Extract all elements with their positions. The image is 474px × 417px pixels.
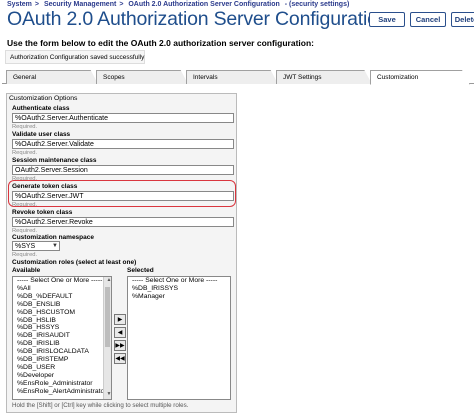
required-note: Required. (12, 202, 38, 208)
available-label: Available (12, 267, 41, 274)
validate-label: Validate user class (12, 131, 71, 138)
required-note: Required. (12, 252, 38, 258)
namespace-select[interactable]: %SYS ▼ (12, 241, 60, 251)
move-right-button[interactable]: ▶ (114, 314, 126, 325)
breadcrumb-settings: - (security settings) (284, 1, 350, 8)
tab-scopes[interactable]: Scopes (96, 70, 188, 84)
breadcrumb-system[interactable]: System (7, 1, 32, 8)
page-title: OAuth 2.0 Authorization Server Configura… (7, 8, 389, 30)
list-item[interactable]: %EnsRole_Administrator (15, 380, 111, 388)
move-all-left-button[interactable]: ◀◀ (114, 353, 126, 364)
tab-general[interactable]: General (6, 70, 98, 84)
available-roles-listbox[interactable]: ----- Select One or More ----- %All %DB_%D… (12, 276, 112, 400)
tab-customization[interactable]: Customization (370, 70, 470, 85)
list-item[interactable]: %DB_IRISTEMP (15, 356, 111, 364)
scroll-down-icon[interactable]: ▼ (104, 391, 111, 399)
scroll-thumb[interactable] (105, 287, 110, 347)
list-item[interactable]: ----- Select One or More ----- (15, 277, 111, 285)
success-message: Authorization Configuration saved succes… (5, 50, 145, 64)
generate-token-label: Generate token class (12, 183, 78, 190)
namespace-value: %SYS (15, 243, 36, 250)
tab-bar: General Scopes Intervals JWT Settings Cu… (2, 70, 474, 85)
section-title: Customization Options (9, 95, 78, 102)
list-item[interactable]: %DB_USER (15, 364, 111, 372)
authenticate-class-input[interactable]: %OAuth2.Server.Authenticate (12, 113, 234, 123)
move-all-right-button[interactable]: ▶▶ (114, 340, 126, 351)
namespace-label: Customization namespace (12, 234, 94, 241)
generate-token-class-input[interactable]: %OAuth2.Server.JWT (12, 191, 234, 201)
list-item[interactable]: %DB_HSLIB (15, 317, 111, 325)
list-item[interactable]: %All (15, 285, 111, 293)
list-item[interactable]: %Developer (15, 372, 111, 380)
chevron-down-icon: ▼ (52, 243, 58, 249)
list-item[interactable]: %DB_HSCUSTOM (15, 309, 111, 317)
list-item[interactable]: %DB_IRISLOCALDATA (15, 348, 111, 356)
selected-label: Selected (127, 267, 154, 274)
list-item[interactable]: %DB_IRISSYS (130, 285, 230, 293)
list-item[interactable]: %DB_HSSYS (15, 324, 111, 332)
save-button[interactable]: Save (369, 12, 405, 27)
cancel-button[interactable]: Cancel (410, 12, 446, 27)
roles-label: Customization roles (select at least one… (12, 259, 137, 266)
multi-select-note: Hold the [Shift] or [Ctrl] key while cli… (12, 402, 189, 409)
required-note: Required. (12, 150, 38, 156)
list-item[interactable]: %DB_%DEFAULT (15, 293, 111, 301)
list-item[interactable]: %DB_ENSLIB (15, 301, 111, 309)
instructions-text: Use the form below to edit the OAuth 2.0… (7, 38, 314, 48)
breadcrumb: System > Security Management > OAuth 2.0 A… (7, 1, 350, 8)
list-item[interactable]: %DB_IRISLIB (15, 340, 111, 348)
list-item[interactable]: %EnsRole_AlertAdministrator (15, 388, 111, 396)
move-left-button[interactable]: ◀ (114, 327, 126, 338)
revoke-token-class-input[interactable]: %OAuth2.Server.Revoke (12, 217, 234, 227)
authenticate-label: Authenticate class (12, 105, 70, 112)
breadcrumb-security-management[interactable]: Security Management (44, 1, 116, 8)
list-item[interactable]: %Manager (130, 293, 230, 301)
session-maintenance-class-input[interactable]: OAuth2.Server.Session (12, 165, 234, 175)
breadcrumb-oauth-config[interactable]: OAuth 2.0 Authorization Server Configura… (128, 1, 279, 8)
revoke-token-label: Revoke token class (12, 209, 73, 216)
scrollbar[interactable]: ▲ ▼ (103, 277, 111, 399)
tab-jwt-settings[interactable]: JWT Settings (276, 70, 372, 84)
list-item[interactable]: %DB_IRISAUDIT (15, 332, 111, 340)
delete-button[interactable]: Delete (451, 12, 474, 27)
required-note: Required. (12, 124, 38, 130)
selected-roles-listbox[interactable]: ----- Select One or More ----- %DB_IRISSY… (127, 276, 231, 400)
session-label: Session maintenance class (12, 157, 97, 164)
scroll-up-icon[interactable]: ▲ (104, 277, 111, 285)
tab-intervals[interactable]: Intervals (186, 70, 278, 84)
validate-user-class-input[interactable]: %OAuth2.Server.Validate (12, 139, 234, 149)
list-item[interactable]: ----- Select One or More ----- (130, 277, 230, 285)
